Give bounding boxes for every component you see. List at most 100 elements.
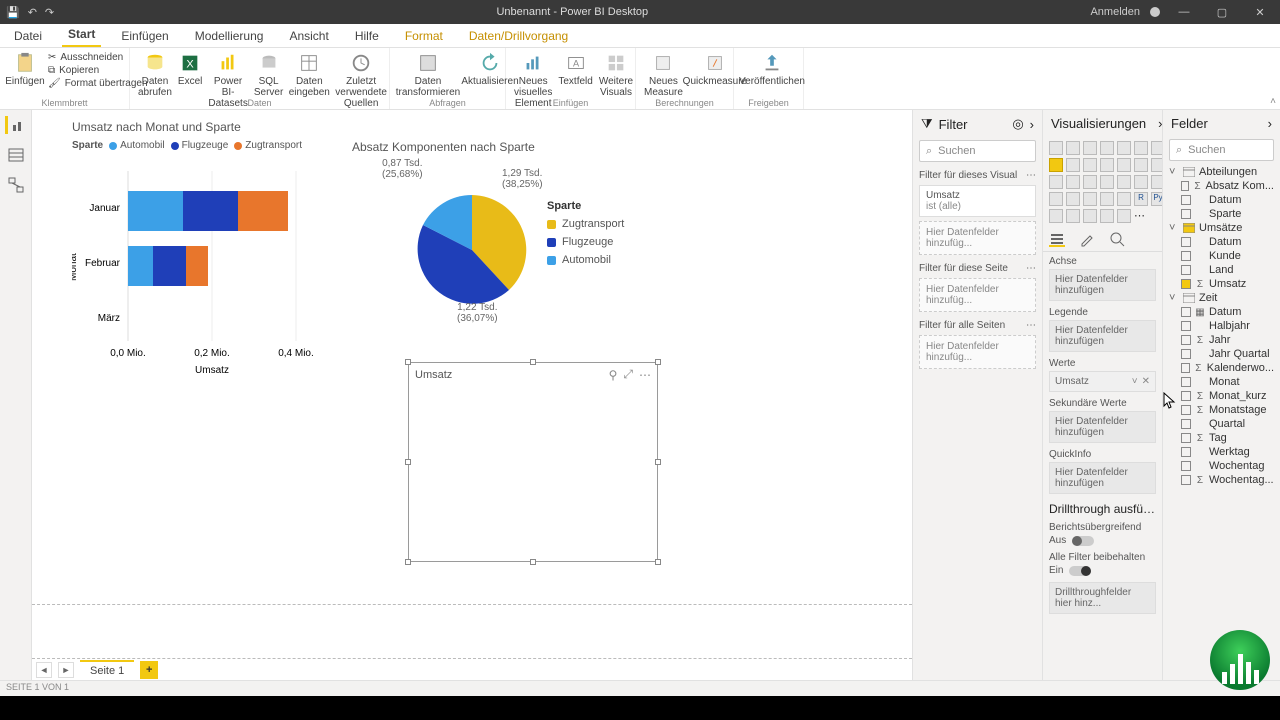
close-button[interactable]: ✕ (1246, 6, 1274, 19)
cross-report-toggle[interactable] (1072, 536, 1094, 546)
field-table[interactable]: ˅Abteilungen (1165, 165, 1278, 179)
filter-card[interactable]: Umsatz ist (alle) (919, 185, 1036, 217)
field-table[interactable]: ˅Zeit (1165, 291, 1278, 305)
field-item[interactable]: Land (1165, 263, 1278, 277)
page-tab[interactable]: Seite 1 (80, 660, 134, 680)
fields-tab-icon[interactable] (1049, 231, 1065, 247)
field-item[interactable]: ΣWochentag... (1165, 473, 1278, 487)
get-data-button[interactable]: Daten abrufen (138, 52, 172, 98)
field-item[interactable]: Halbjahr (1165, 319, 1278, 333)
bar-chart-visual[interactable]: Umsatz nach Monat und Sparte Sparte Auto… (72, 120, 332, 400)
field-table[interactable]: ˅Umsätze (1165, 221, 1278, 235)
tab-drill[interactable]: Daten/Drillvorgang (463, 25, 574, 47)
data-view-icon[interactable] (7, 146, 25, 164)
minimize-button[interactable]: — (1170, 6, 1198, 18)
bar-chart-title: Umsatz nach Monat und Sparte (72, 120, 332, 134)
tab-insert[interactable]: Einfügen (115, 25, 174, 47)
field-item[interactable]: ΣJahr (1165, 333, 1278, 347)
sql-server-button[interactable]: SQL Server (254, 52, 283, 98)
fields-search-input[interactable]: ⌕Suchen (1169, 139, 1274, 161)
tab-format[interactable]: Format (399, 25, 449, 47)
field-item[interactable]: Werktag (1165, 445, 1278, 459)
excel-button[interactable]: XExcel (178, 52, 202, 87)
format-tab-icon[interactable] (1079, 231, 1095, 247)
field-item[interactable]: ▦Datum (1165, 305, 1278, 319)
report-canvas[interactable]: Umsatz nach Monat und Sparte Sparte Auto… (32, 110, 912, 658)
field-item[interactable]: ΣKalenderwo... (1165, 361, 1278, 375)
field-item[interactable]: Quartal (1165, 417, 1278, 431)
page-prev-button[interactable]: ◄ (36, 662, 52, 678)
drillthrough-well[interactable]: Drillthroughfelder hier hinz... (1049, 582, 1156, 614)
redo-icon[interactable]: ↷ (45, 6, 54, 19)
pie-chart-title: Absatz Komponenten nach Sparte (352, 140, 672, 154)
field-item[interactable]: ΣUmsatz (1165, 277, 1278, 291)
field-item[interactable]: ΣMonatstage (1165, 403, 1278, 417)
field-item[interactable]: Wochentag (1165, 459, 1278, 473)
account-icon[interactable] (1150, 7, 1160, 17)
filter-search-input[interactable]: ⌕Suchen (919, 140, 1036, 162)
focus-icon[interactable]: ⤢ (623, 367, 633, 382)
eye-icon[interactable]: ◎ (1012, 116, 1023, 132)
tab-view[interactable]: Ansicht (283, 25, 334, 47)
pie-chart-visual[interactable]: Absatz Komponenten nach Sparte 0,87 Tsd.… (352, 140, 672, 340)
ribbon: Einfügen ✂Ausschneiden ⧉Kopieren 🖌Format… (0, 48, 1280, 110)
filter-drop-page[interactable]: Hier Datenfelder hinzufüg... (919, 278, 1036, 312)
svg-text:A: A (573, 59, 580, 69)
secondary-well[interactable]: Hier Datenfelder hinzufügen (1049, 411, 1156, 443)
svg-text:0,4 Mio.: 0,4 Mio. (278, 348, 314, 359)
field-item[interactable]: Datum (1165, 235, 1278, 249)
legend-well[interactable]: Hier Datenfelder hinzufügen (1049, 320, 1156, 352)
more-visuals-button[interactable]: Weitere Visuals (599, 52, 633, 98)
field-item[interactable]: Monat (1165, 375, 1278, 389)
window-title: Unbenannt - Power BI Desktop (54, 6, 1090, 18)
field-item[interactable]: ΣAbsatz Kom... (1165, 179, 1278, 193)
visualization-gallery[interactable]: RPy ⋯ (1043, 137, 1162, 227)
field-item[interactable]: ΣMonat_kurz (1165, 389, 1278, 403)
field-item[interactable]: Datum (1165, 193, 1278, 207)
filter-drop-all[interactable]: Hier Datenfelder hinzufüg... (919, 335, 1036, 369)
filter-pane: ⧩Filter◎› ⌕Suchen Filter für dieses Visu… (912, 110, 1042, 680)
bar-chart-svg: Monat Januar Februar (72, 151, 332, 381)
tab-file[interactable]: Datei (8, 25, 48, 47)
more-icon[interactable]: ⋯ (639, 368, 651, 382)
field-item[interactable]: Kunde (1165, 249, 1278, 263)
field-item[interactable]: Sparte (1165, 207, 1278, 221)
axis-well[interactable]: Hier Datenfelder hinzufügen (1049, 269, 1156, 301)
selected-visual-placeholder[interactable]: Umsatz ⚲ ⤢ ⋯ (408, 362, 658, 562)
field-item[interactable]: Jahr Quartal (1165, 347, 1278, 361)
analytics-tab-icon[interactable] (1109, 231, 1125, 247)
undo-icon[interactable]: ↶ (28, 6, 37, 19)
view-rail (0, 110, 32, 680)
maximize-button[interactable]: ▢ (1208, 6, 1236, 19)
field-item[interactable]: ΣTag (1165, 431, 1278, 445)
collapse-fields-icon[interactable]: › (1268, 116, 1272, 131)
svg-text:Februar: Februar (85, 258, 121, 269)
ribbon-tabs: Datei Start Einfügen Modellierung Ansich… (0, 24, 1280, 48)
tab-help[interactable]: Hilfe (349, 25, 385, 47)
status-bar: SEITE 1 VON 1 (0, 680, 1280, 696)
svg-text:Monat: Monat (72, 253, 79, 281)
transform-data-button[interactable]: Daten transformieren (398, 52, 458, 98)
tab-modeling[interactable]: Modellierung (189, 25, 270, 47)
filter-drop-visual[interactable]: Hier Datenfelder hinzufüg... (919, 221, 1036, 255)
signin-link[interactable]: Anmelden (1090, 6, 1140, 18)
keep-filters-toggle[interactable] (1069, 566, 1091, 576)
watermark-badge (1210, 630, 1270, 690)
collapse-filter-icon[interactable]: › (1030, 117, 1034, 132)
model-view-icon[interactable] (7, 176, 25, 194)
textbox-button[interactable]: ATextfeld (558, 52, 592, 87)
collapse-ribbon-icon[interactable]: ˄ (1270, 96, 1276, 107)
tab-home[interactable]: Start (62, 23, 101, 47)
tooltip-well[interactable]: Hier Datenfelder hinzufügen (1049, 462, 1156, 494)
report-view-icon[interactable] (5, 116, 23, 134)
add-page-button[interactable]: + (140, 661, 158, 679)
publish-button[interactable]: Veröffentlichen (742, 52, 802, 87)
paste-button[interactable]: Einfügen (8, 52, 42, 87)
filter-icon[interactable]: ⚲ (609, 368, 618, 382)
save-icon[interactable]: 💾 (6, 6, 20, 19)
new-measure-button[interactable]: Neues Measure (644, 52, 683, 98)
page-next-button[interactable]: ► (58, 662, 74, 678)
enter-data-button[interactable]: Daten eingeben (289, 52, 329, 98)
values-well[interactable]: Umsatz˅✕ (1049, 371, 1156, 392)
page-tab-bar: ◄ ► Seite 1 + (32, 658, 912, 680)
